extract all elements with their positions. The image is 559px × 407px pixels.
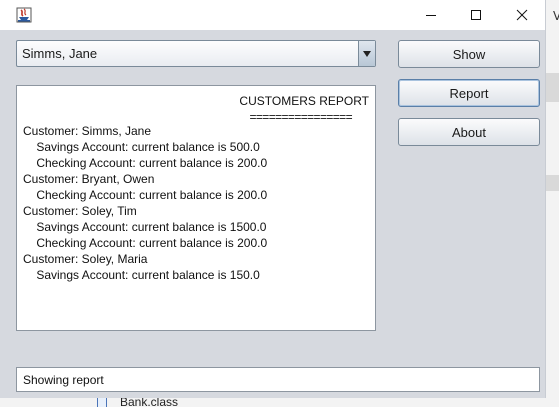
report-text-area[interactable]: CUSTOMERS REPORT ================ Custom… xyxy=(16,85,376,331)
report-line: Checking Account: current balance is 200… xyxy=(23,236,268,250)
title-bar[interactable] xyxy=(0,0,545,30)
java-app-icon xyxy=(16,7,32,23)
show-button[interactable]: Show xyxy=(398,40,540,68)
maximize-icon xyxy=(471,10,481,20)
report-line: Customer: Bryant, Owen xyxy=(23,172,155,186)
customer-select[interactable]: Simms, Jane xyxy=(16,40,376,67)
report-button[interactable]: Report xyxy=(398,79,540,107)
background-app-letter: V xyxy=(553,9,559,23)
about-button[interactable]: About xyxy=(398,118,540,146)
report-title: CUSTOMERS REPORT xyxy=(239,94,369,108)
file-icon xyxy=(97,397,107,407)
minimize-button[interactable] xyxy=(408,0,454,30)
maximize-button[interactable] xyxy=(453,0,499,30)
background-app-band xyxy=(546,175,559,191)
report-line: Checking Account: current balance is 200… xyxy=(23,188,268,202)
status-field[interactable]: Showing report xyxy=(16,367,540,392)
close-icon xyxy=(516,9,528,21)
report-line: Customer: Simms, Jane xyxy=(23,124,152,138)
report-line: Customer: Soley, Tim xyxy=(23,204,137,218)
dropdown-arrow-button[interactable] xyxy=(358,41,375,66)
minimize-icon xyxy=(426,15,436,16)
app-window: Simms, Jane Show Report About CUSTOMERS … xyxy=(0,0,546,398)
report-line: Savings Account: current balance is 1500… xyxy=(23,220,267,234)
report-line: Savings Account: current balance is 150.… xyxy=(23,268,260,282)
close-button[interactable] xyxy=(499,0,545,30)
background-app-band xyxy=(546,73,559,102)
chevron-down-icon xyxy=(363,50,371,57)
report-line: Checking Account: current balance is 200… xyxy=(23,156,268,170)
customer-select-value: Simms, Jane xyxy=(22,46,98,61)
report-lines: Customer: Simms, Jane Savings Account: c… xyxy=(23,123,267,283)
content-panel: Simms, Jane Show Report About CUSTOMERS … xyxy=(0,30,545,398)
report-line: Savings Account: current balance is 500.… xyxy=(23,140,260,154)
background-app-strip xyxy=(546,0,559,407)
report-line: Customer: Soley, Maria xyxy=(23,252,148,266)
